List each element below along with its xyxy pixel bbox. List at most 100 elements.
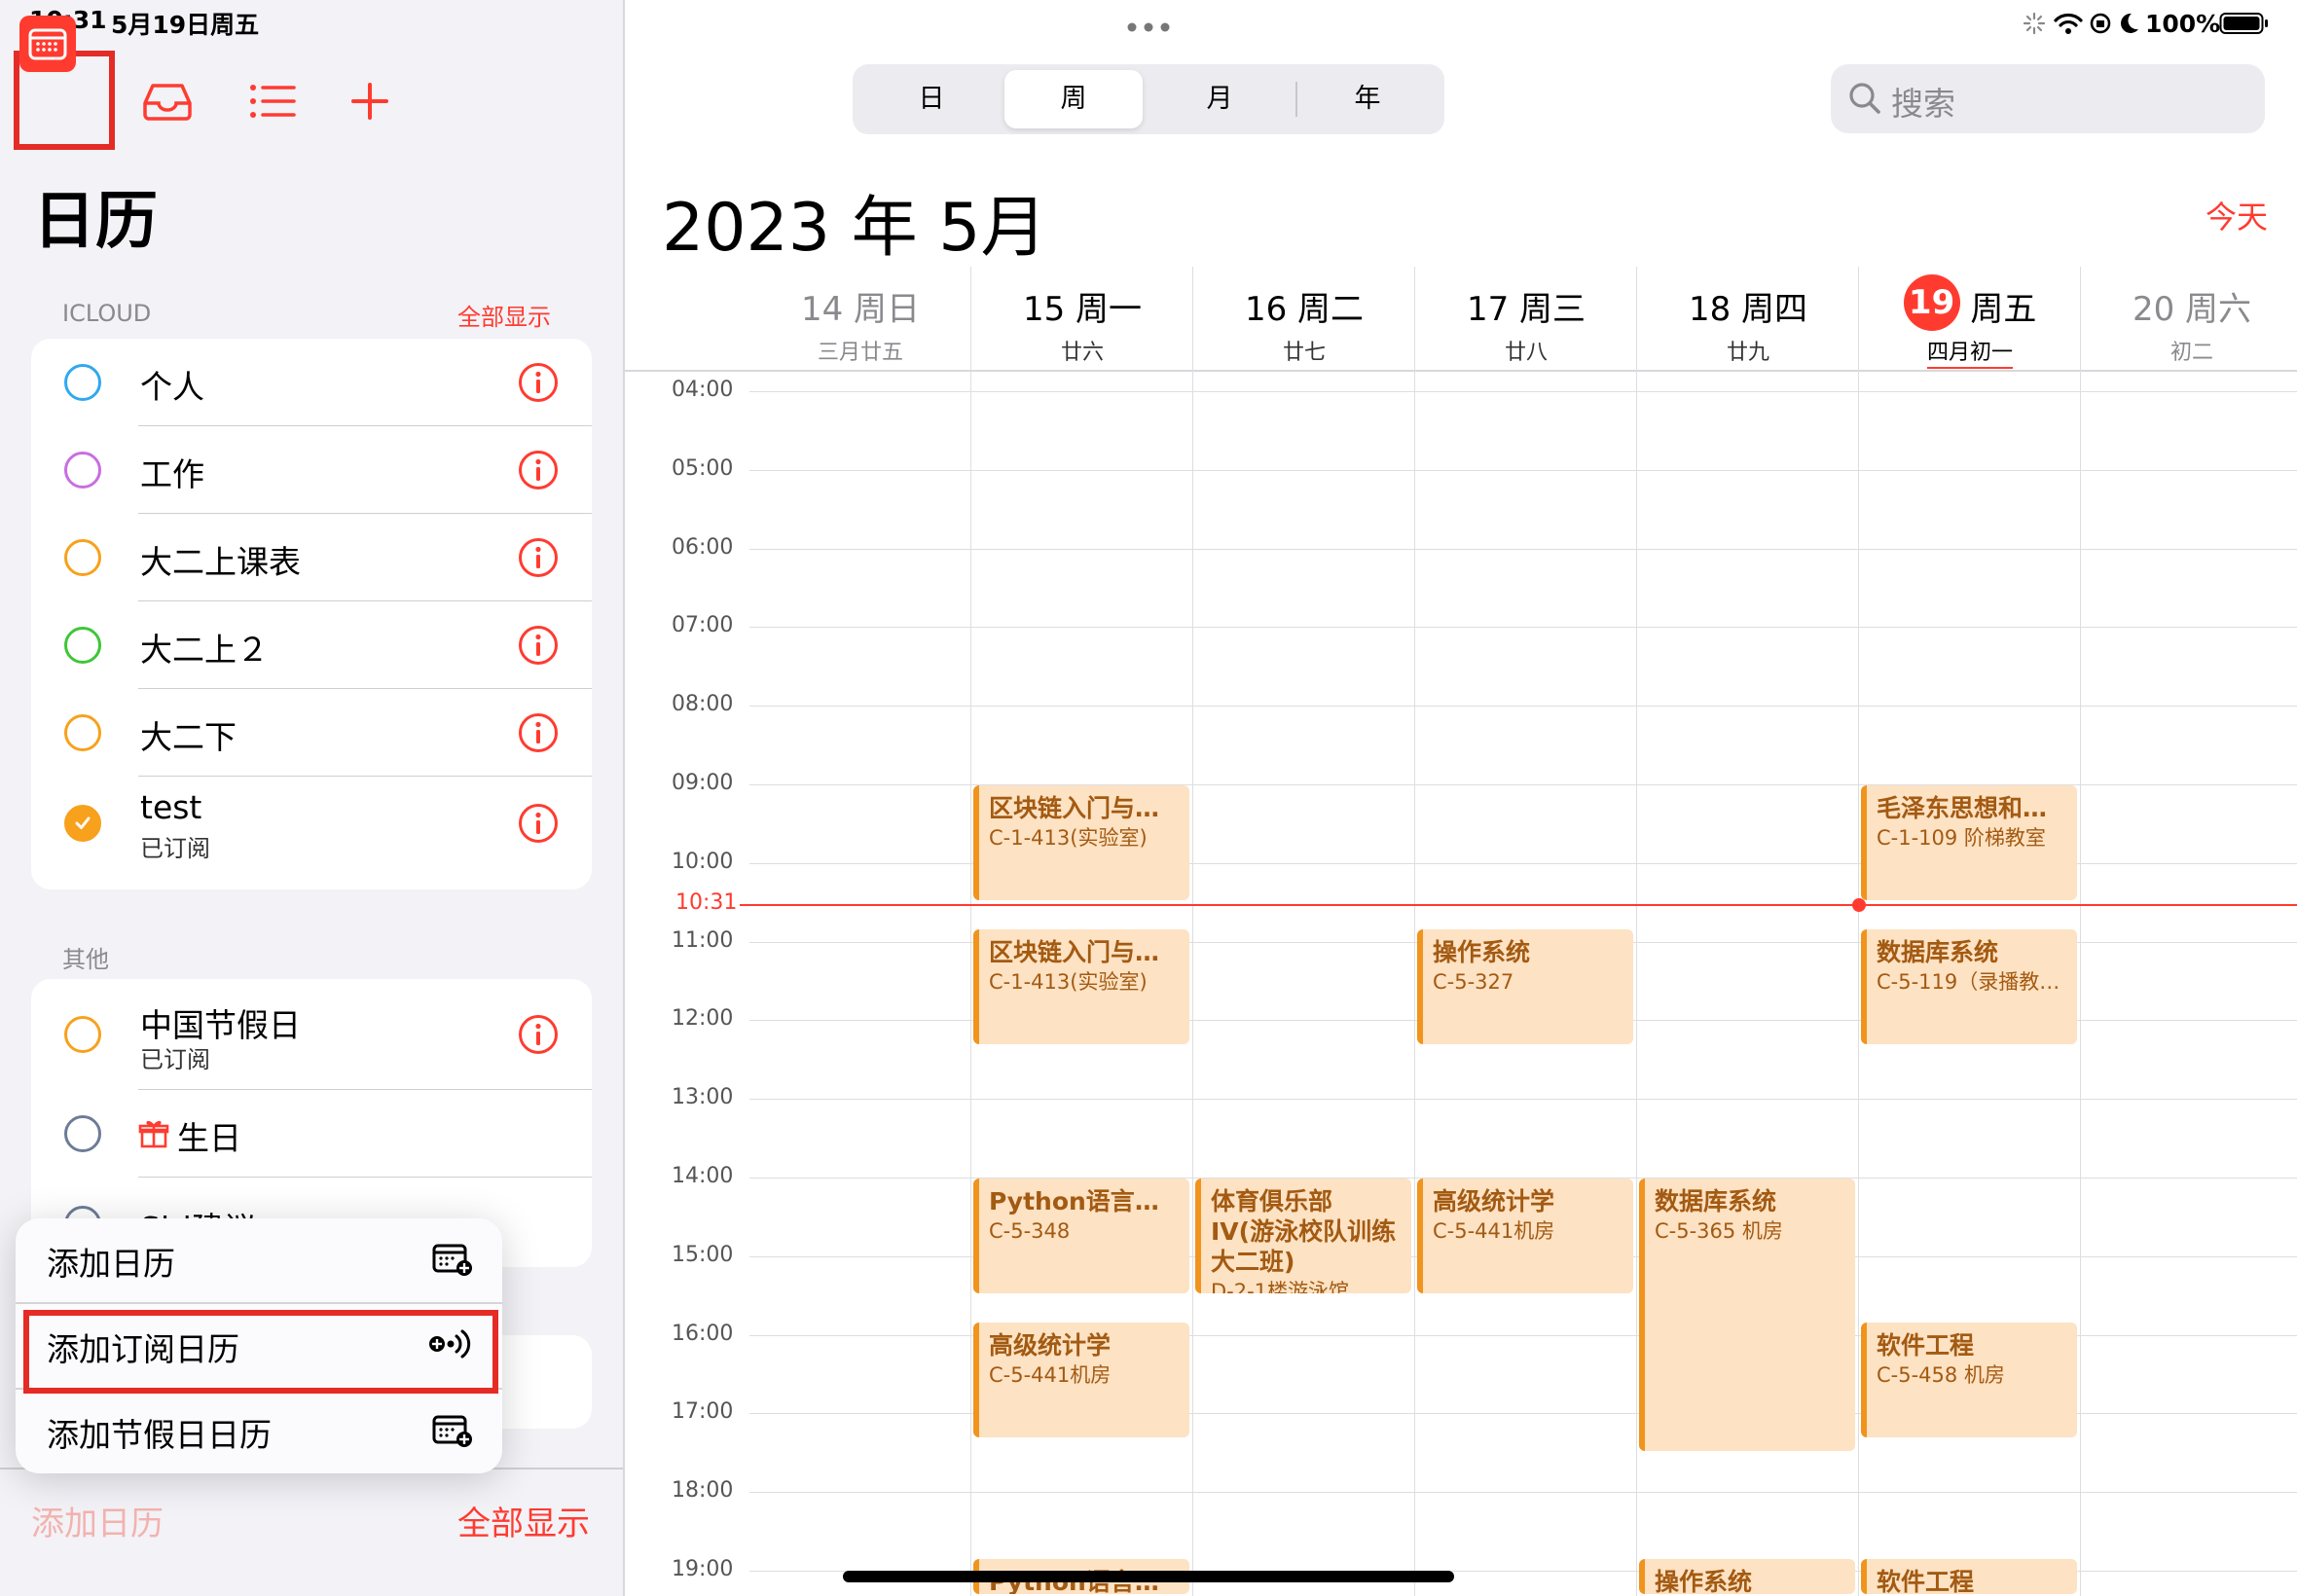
inbox-button[interactable] xyxy=(117,51,218,152)
day-header[interactable]: 19 周五 xyxy=(1859,274,2081,331)
event-title: 软件工程 xyxy=(1877,1567,1975,1594)
calendar-row[interactable]: 个人 xyxy=(31,339,592,426)
multitasking-dots[interactable] xyxy=(1127,18,1170,32)
day-divider xyxy=(1192,267,1193,1596)
plus-icon xyxy=(351,83,388,120)
hour-gridline xyxy=(749,627,2297,629)
view-mode-month[interactable]: 月 xyxy=(1150,70,1289,128)
calendar-event[interactable]: 体育俱乐部 IV(游泳校队训练大二班) D-2-1楼游泳馆 xyxy=(1195,1179,1411,1294)
lunar-date: 三月廿五 xyxy=(817,341,903,365)
hour-label: 08:00 xyxy=(672,692,734,717)
event-title: 数据库系统 xyxy=(1655,1187,1777,1215)
list-button[interactable] xyxy=(222,51,323,152)
calendar-row[interactable]: 工作 xyxy=(31,426,592,514)
search-placeholder: 搜索 xyxy=(1891,85,1955,123)
calendar-event[interactable]: 软件工程 xyxy=(1861,1558,2077,1594)
calendar-row[interactable]: test 已订阅 xyxy=(31,777,592,870)
info-icon[interactable] xyxy=(518,625,559,666)
calendar-event[interactable]: 软件工程 C-5-458 机房 xyxy=(1861,1323,2077,1438)
calendar-color-circle[interactable] xyxy=(64,1016,101,1053)
today-button[interactable]: 今天 xyxy=(2206,193,2268,237)
event-title: 高级统计学 xyxy=(989,1331,1112,1360)
info-icon[interactable] xyxy=(518,712,559,753)
day-header[interactable]: 15 周一 xyxy=(971,282,1193,330)
hour-label: 07:00 xyxy=(672,613,734,638)
calendar-color-circle[interactable] xyxy=(64,364,101,401)
view-mode-year[interactable]: 年 xyxy=(1298,70,1437,128)
lunar-date: 四月初一 xyxy=(1926,341,2013,365)
view-mode-segmented-control: 日 周 月 年 xyxy=(853,64,1444,134)
info-icon[interactable] xyxy=(518,1014,559,1055)
event-location: C-5-327 xyxy=(1433,970,1514,995)
calendar-checked-icon[interactable] xyxy=(64,805,101,842)
inbox-icon xyxy=(143,84,192,121)
hour-label: 04:00 xyxy=(672,378,734,402)
calendar-event[interactable]: 高级统计学 C-5-441机房 xyxy=(1417,1179,1633,1294)
calendar-color-circle[interactable] xyxy=(64,627,101,664)
view-mode-week[interactable]: 周 xyxy=(1004,70,1143,128)
bottom-add-calendar-button[interactable]: 添加日历 xyxy=(31,1497,164,1544)
hour-label: 06:00 xyxy=(672,534,734,560)
hour-gridline xyxy=(749,391,2297,392)
calendar-add-icon xyxy=(432,1415,472,1447)
calendar-color-circle[interactable] xyxy=(64,714,101,751)
calendar-event[interactable]: 毛泽东思想和… C-1-109 阶梯教室 xyxy=(1861,785,2077,901)
info-icon[interactable] xyxy=(518,803,559,844)
calendar-row[interactable]: 中国节假日 已订阅 xyxy=(31,979,592,1090)
calendars-button[interactable] xyxy=(19,16,76,72)
segment-divider xyxy=(1295,82,1297,117)
calendar-name: 大二下 xyxy=(140,718,237,756)
hour-gridline xyxy=(749,1492,2297,1494)
view-mode-day[interactable]: 日 xyxy=(862,70,1001,128)
day-header[interactable]: 20 周六 xyxy=(2081,282,2297,330)
calendar-color-circle[interactable] xyxy=(64,1115,101,1152)
show-all-button[interactable]: 全部显示 xyxy=(457,298,551,332)
calendar-event[interactable]: Python语言程… C-5-348 xyxy=(973,1179,1189,1294)
calendar-name: 中国节假日 xyxy=(140,1006,301,1044)
add-button[interactable] xyxy=(319,51,420,152)
list-icon xyxy=(250,85,296,118)
calendar-event[interactable]: 区块链入门与… C-1-413(实验室) xyxy=(973,929,1189,1045)
hour-gridline xyxy=(749,548,2297,550)
bottom-show-all-button[interactable]: 全部显示 xyxy=(457,1497,590,1544)
calendar-event[interactable]: 高级统计学 C-5-441机房 xyxy=(973,1323,1189,1438)
day-header[interactable]: 14 周日 xyxy=(749,282,971,330)
lunar-date: 廿八 xyxy=(1504,341,1548,365)
hour-label: 05:00 xyxy=(672,455,734,481)
day-header[interactable]: 16 周二 xyxy=(1193,282,1415,330)
calendar-name: 生日 xyxy=(177,1119,241,1157)
calendar-row[interactable]: 大二下 xyxy=(31,689,592,777)
menu-item-add-calendar[interactable]: 添加日历 xyxy=(16,1218,502,1302)
header-divider xyxy=(623,370,2297,372)
calendar-name: 大二上２ xyxy=(140,631,269,669)
info-icon[interactable] xyxy=(518,362,559,403)
calendar-color-circle[interactable] xyxy=(64,452,101,489)
event-location: C-5-119（录播教… xyxy=(1877,970,2060,995)
day-divider xyxy=(1858,267,1859,1596)
calendar-row[interactable]: 大二上２ xyxy=(31,601,592,689)
calendar-event[interactable]: 操作系统 C-5-327 xyxy=(1417,929,1633,1045)
info-icon[interactable] xyxy=(518,450,559,490)
calendar-event[interactable]: 区块链入门与… C-1-413(实验室) xyxy=(973,785,1189,901)
hour-gridline xyxy=(749,706,2297,707)
calendar-event[interactable]: 数据库系统 C-5-119（录播教… xyxy=(1861,929,2077,1045)
calendar-event[interactable]: 操作系统 xyxy=(1639,1558,1855,1594)
hour-label: 18:00 xyxy=(672,1478,734,1504)
lunar-date: 廿七 xyxy=(1282,341,1326,365)
event-location: C-5-348 xyxy=(989,1219,1071,1243)
current-time-label: 10:31 xyxy=(675,889,738,915)
day-header[interactable]: 17 周三 xyxy=(1415,282,1637,330)
search-field[interactable]: 搜索 xyxy=(1831,64,2265,133)
icloud-section-label: ICLOUD xyxy=(62,300,152,327)
menu-item-add-holiday-calendar[interactable]: 添加节假日日历 xyxy=(16,1390,502,1473)
calendar-event[interactable]: 数据库系统 C-5-365 机房 xyxy=(1639,1179,1855,1451)
calendar-row[interactable]: 生日 xyxy=(31,1090,592,1178)
day-header[interactable]: 18 周四 xyxy=(1637,282,1859,330)
event-title: 软件工程 xyxy=(1877,1331,1975,1360)
info-icon[interactable] xyxy=(518,537,559,578)
home-indicator xyxy=(843,1571,1454,1582)
orientation-lock-icon xyxy=(2090,13,2111,34)
calendar-color-circle[interactable] xyxy=(64,539,101,576)
calendar-row[interactable]: 大二上课表 xyxy=(31,514,592,601)
status-date: 5月19日周五 xyxy=(111,11,260,39)
